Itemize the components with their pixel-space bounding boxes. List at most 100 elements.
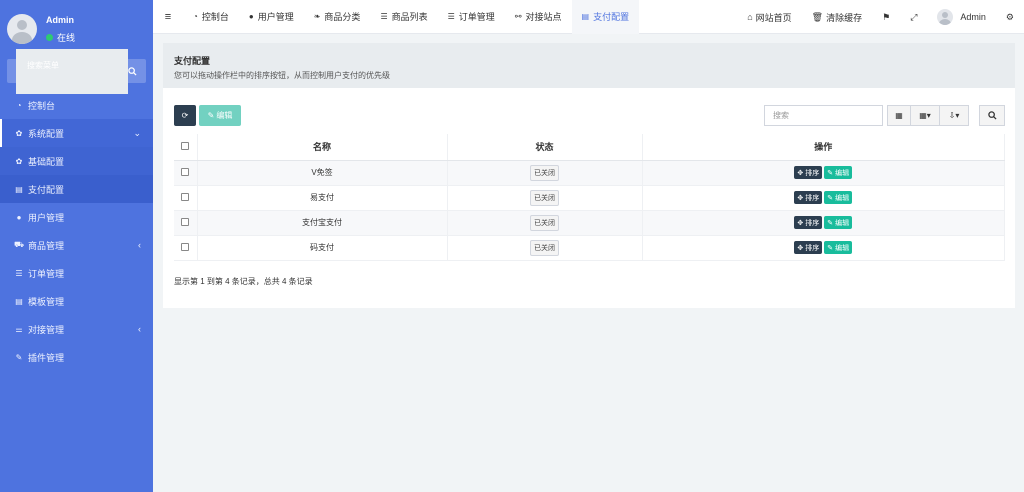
select-all-checkbox[interactable]	[181, 141, 190, 150]
sidebar-item-user-management[interactable]: ● 用户管理	[0, 203, 153, 231]
column-header-name[interactable]: 名称	[197, 134, 448, 161]
row-name: V免签	[197, 160, 448, 186]
tab-goods-category[interactable]: ❧ 商品分类	[304, 0, 371, 34]
sidebar: Admin 在线 搜索菜单 ◔ 控制台 ✿ 系统配置 ⌄ ✿ 基础配置 ▤ 支付配置 ● 用…	[0, 0, 153, 492]
payment-config-table: 名称 状态 操作 V免签 已关闭 ✥ 排序 ✎ 编辑 易支付 已关闭 ✥ 排序 ✎ 编辑	[174, 134, 1005, 261]
columns-dropdown-button[interactable]: ▦▾	[910, 105, 940, 126]
main-panel: 支付配置 您可以拖动操作栏中的排序按钮，从而控制用户支付的优先级 ⟳ ✎ 编辑 搜…	[163, 43, 1015, 308]
page-description: 您可以拖动操作栏中的排序按钮，从而控制用户支付的优先级	[174, 71, 390, 80]
row-name: 易支付	[197, 185, 448, 211]
list-icon: ☰	[380, 12, 388, 21]
export-dropdown-button[interactable]: ⇩▾	[939, 105, 969, 126]
sidebar-item-order-management[interactable]: ☰ 订单管理	[0, 259, 153, 287]
sidebar-item-system-config[interactable]: ✿ 系统配置 ⌄	[0, 119, 153, 147]
gear-icon: ✿	[15, 156, 23, 166]
sidebar-item-payment-config[interactable]: ▤ 支付配置	[0, 175, 153, 203]
sidebar-menu: ◔ 控制台 ✿ 系统配置 ⌄ ✿ 基础配置 ▤ 支付配置 ● 用户管理 ⛟ 商品管理 ‹ ☰ 订单…	[0, 91, 153, 371]
tab-user-management[interactable]: ● 用户管理	[239, 0, 304, 34]
row-edit-button[interactable]: ✎ 编辑	[824, 191, 853, 204]
settings-gear-icon[interactable]: ⚙	[996, 12, 1024, 23]
row-checkbox[interactable]	[181, 242, 190, 251]
status-badge: 已关闭	[530, 214, 559, 231]
sidebar-search-input[interactable]: 搜索菜单	[16, 48, 128, 94]
chevron-left-icon: ‹	[138, 240, 141, 250]
tab-goods-list[interactable]: ☰ 商品列表	[370, 0, 437, 34]
leaf-icon: ❧	[313, 12, 321, 21]
toggle-view-button[interactable]: ▦	[887, 105, 911, 126]
sort-button[interactable]: ✥ 排序	[794, 216, 823, 229]
sidebar-item-dashboard[interactable]: ◔ 控制台	[0, 91, 153, 119]
sidebar-user-status: 在线	[46, 31, 75, 44]
chevron-left-icon: ‹	[138, 324, 141, 334]
refresh-icon: ⟳	[181, 111, 189, 120]
row-checkbox[interactable]	[181, 192, 190, 201]
clear-cache-button[interactable]: 🗑 清除缓存	[802, 11, 872, 24]
row-edit-button[interactable]: ✎ 编辑	[824, 241, 853, 254]
pencil-icon: ✎	[827, 244, 834, 252]
sort-button[interactable]: ✥ 排序	[794, 241, 823, 254]
column-header-status[interactable]: 状态	[447, 134, 643, 161]
sidebar-item-template-management[interactable]: ▤ 模板管理	[0, 287, 153, 315]
table-row: 码支付 已关闭 ✥ 排序 ✎ 编辑	[174, 235, 1005, 261]
pencil-icon: ✎	[827, 194, 834, 202]
grid-icon: ▦▾	[919, 111, 931, 120]
tab-dashboard[interactable]: ◔ 控制台	[183, 0, 239, 34]
status-badge: 已关闭	[530, 189, 559, 206]
row-checkbox[interactable]	[181, 217, 190, 226]
online-dot-icon	[46, 33, 53, 41]
sidebar-search[interactable]: 搜索菜单	[7, 48, 146, 94]
plug-icon: ✎	[15, 352, 23, 362]
table-row: V免签 已关闭 ✥ 排序 ✎ 编辑	[174, 160, 1005, 186]
table-row: 支付宝支付 已关闭 ✥ 排序 ✎ 编辑	[174, 210, 1005, 236]
user-icon: ●	[16, 212, 22, 222]
dashboard-icon: ◔	[16, 100, 22, 110]
home-icon: ⌂	[747, 12, 753, 22]
avatar	[7, 14, 37, 44]
toolbar: ⟳ ✎ 编辑 搜索 ▦ ▦▾ ⇩▾	[174, 105, 1005, 127]
row-edit-button[interactable]: ✎ 编辑	[824, 166, 853, 179]
table-row: 易支付 已关闭 ✥ 排序 ✎ 编辑	[174, 185, 1005, 211]
tab-docking-sites[interactable]: ⚯ 对接站点	[505, 0, 572, 34]
export-icon: ⇩▾	[948, 111, 960, 120]
table-header-row: 名称 状态 操作	[174, 134, 1005, 161]
column-header-actions: 操作	[642, 134, 1005, 161]
tab-order-management[interactable]: ☰ 订单管理	[438, 0, 505, 34]
move-icon: ✥	[797, 244, 804, 252]
row-name: 支付宝支付	[197, 210, 448, 236]
menu-toggle-icon[interactable]: ≡	[153, 11, 183, 23]
fullscreen-icon[interactable]: ⤢	[900, 12, 927, 23]
move-icon: ✥	[797, 169, 804, 177]
refresh-button[interactable]: ⟳	[174, 105, 196, 126]
topbar-right: ⌂ 网站首页 🗑 清除缓存 ⚑ ⤢ Admin ⚙	[737, 0, 1024, 34]
sidebar-item-goods-management[interactable]: ⛟ 商品管理 ‹	[0, 231, 153, 259]
sidebar-item-plugin-management[interactable]: ✎ 插件管理	[0, 343, 153, 371]
sliders-icon: ⚌	[15, 324, 23, 334]
move-icon: ✥	[797, 219, 804, 227]
language-icon[interactable]: ⚑	[872, 12, 900, 23]
user-icon: ●	[248, 12, 254, 21]
home-link[interactable]: ⌂ 网站首页	[737, 11, 801, 24]
topbar: ≡ ◔ 控制台 ● 用户管理 ❧ 商品分类 ☰ 商品列表 ☰ 订单管理 ⚯ 对接站点 ▤ 支付…	[153, 0, 1024, 34]
list-icon: ☰	[447, 12, 455, 21]
sidebar-item-basic-config[interactable]: ✿ 基础配置	[0, 147, 153, 175]
move-icon: ✥	[797, 194, 804, 202]
row-checkbox[interactable]	[181, 167, 190, 176]
gear-icon: ✿	[15, 128, 23, 138]
edit-button[interactable]: ✎ 编辑	[199, 105, 241, 126]
table-search-input[interactable]: 搜索	[764, 105, 883, 126]
status-badge: 已关闭	[530, 239, 559, 256]
search-icon[interactable]	[128, 66, 137, 76]
sitemap-icon: ⚯	[514, 12, 522, 21]
search-toggle-button[interactable]	[979, 105, 1005, 126]
row-edit-button[interactable]: ✎ 编辑	[824, 216, 853, 229]
chevron-down-icon: ⌄	[133, 127, 141, 138]
avatar	[937, 9, 954, 25]
status-badge: 已关闭	[530, 164, 559, 181]
sidebar-item-docking-management[interactable]: ⚌ 对接管理 ‹	[0, 315, 153, 343]
sort-button[interactable]: ✥ 排序	[794, 166, 823, 179]
tab-payment-config[interactable]: ▤ 支付配置	[571, 0, 640, 34]
user-menu[interactable]: Admin	[927, 9, 996, 25]
dashboard-icon: ◔	[193, 12, 198, 21]
row-name: 码支付	[197, 235, 448, 261]
sort-button[interactable]: ✥ 排序	[794, 191, 823, 204]
